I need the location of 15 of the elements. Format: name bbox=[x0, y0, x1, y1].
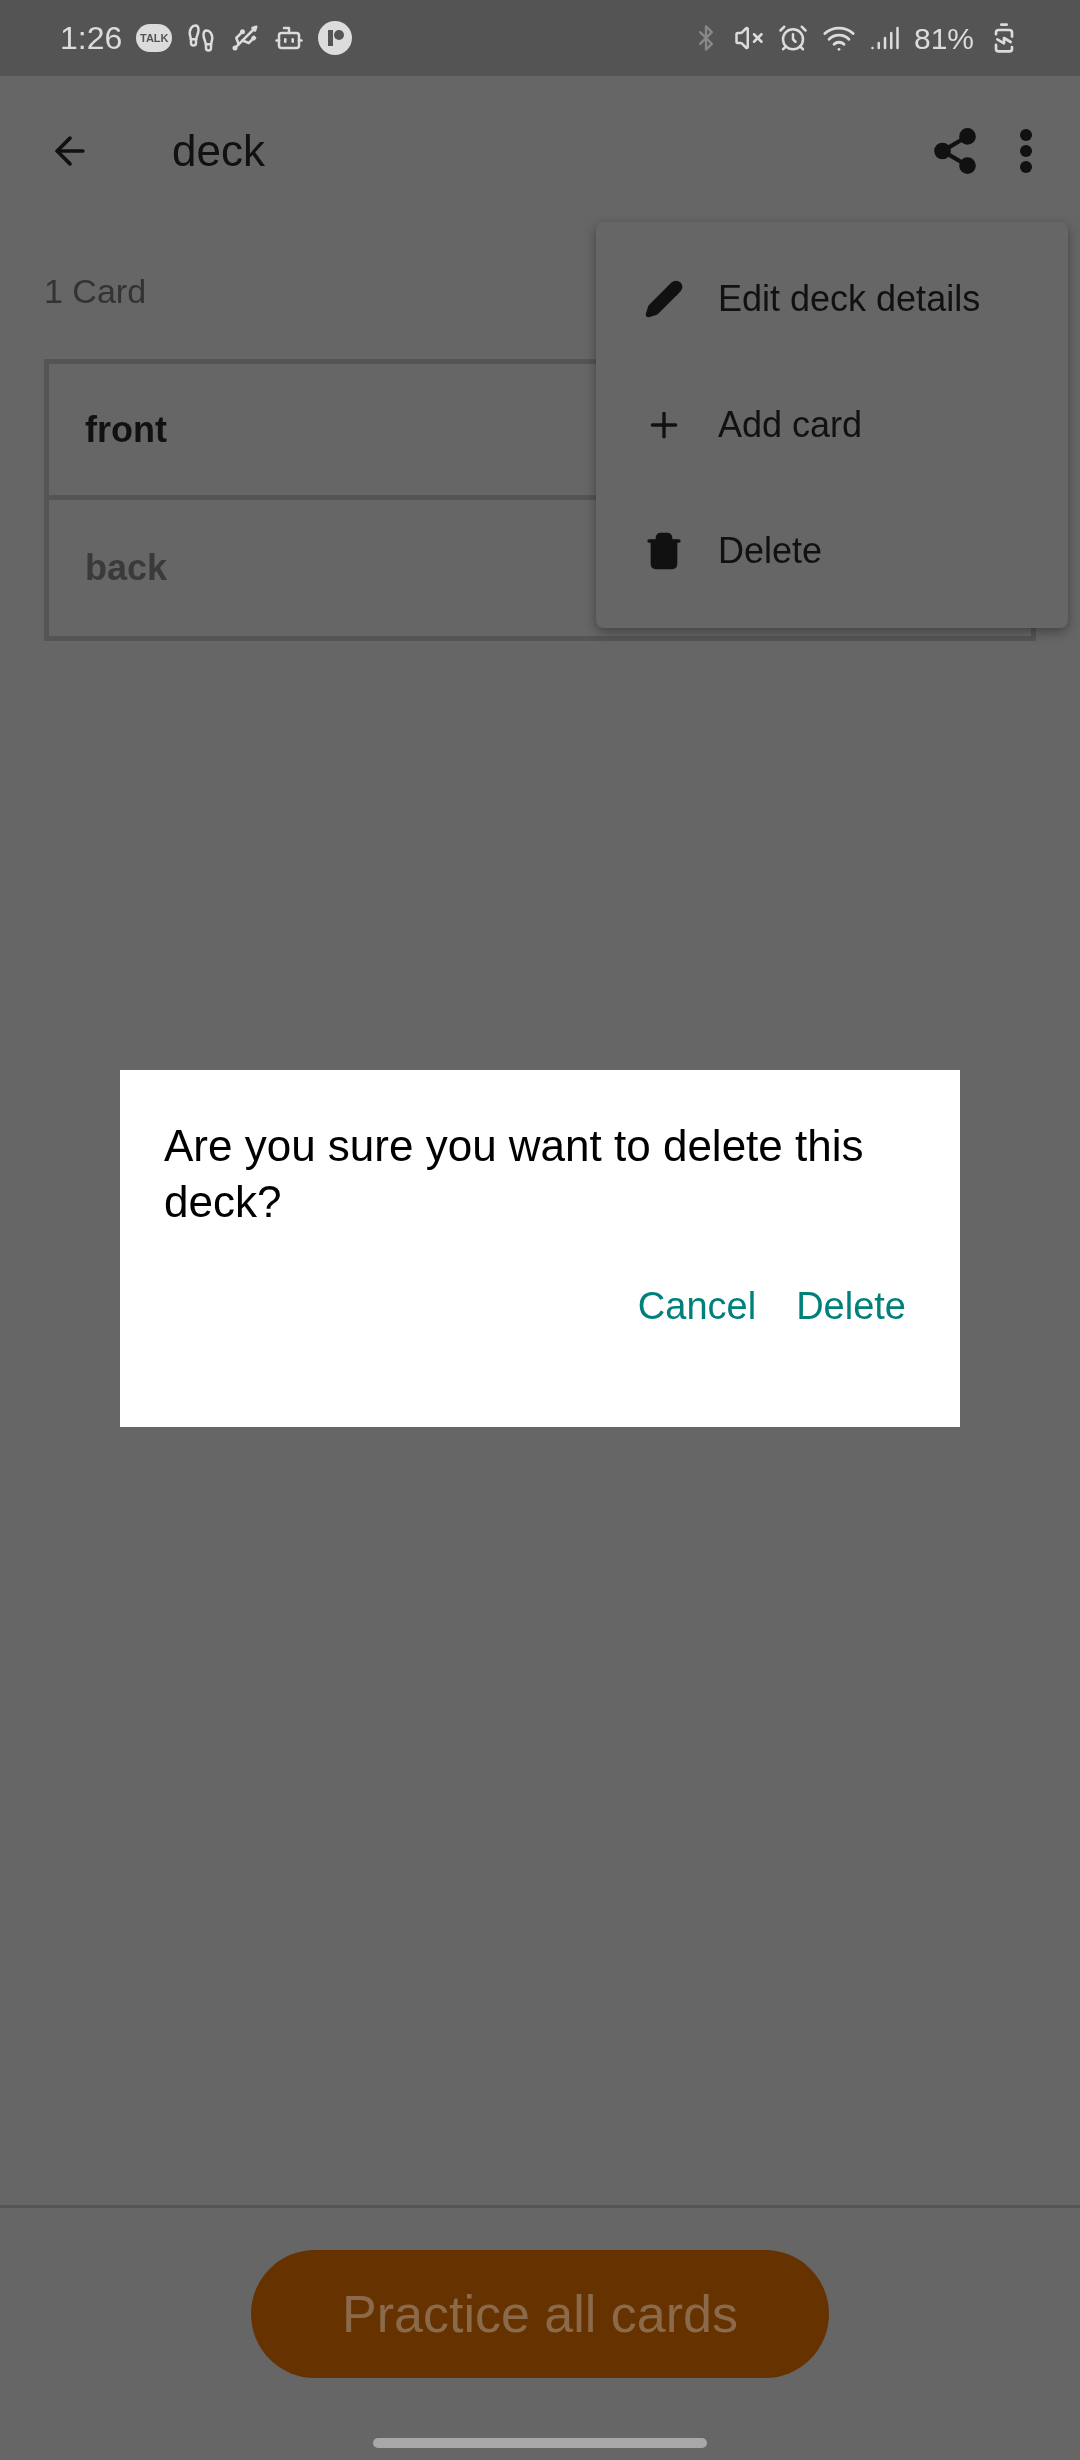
app-logo-icon bbox=[318, 21, 353, 55]
clock: 1:26 bbox=[60, 19, 123, 58]
menu-item[interactable]: Edit deck details bbox=[596, 236, 1068, 362]
pencil-icon bbox=[644, 279, 684, 319]
battery-percent: 81% bbox=[913, 20, 974, 57]
dialog-message: Are you sure you want to delete this deck? bbox=[164, 1120, 865, 1228]
practice-button[interactable]: Practice all cards bbox=[251, 2250, 829, 2378]
talk-icon: TALK bbox=[136, 24, 173, 52]
dialog-button[interactable]: Cancel bbox=[627, 1270, 767, 1343]
alarm-icon bbox=[777, 23, 808, 53]
more-button[interactable] bbox=[1020, 129, 1032, 173]
screen-title: deck bbox=[172, 125, 265, 177]
more-icon bbox=[1020, 129, 1032, 173]
card-front: front bbox=[85, 407, 167, 452]
dialog-button[interactable]: Delete bbox=[786, 1270, 916, 1343]
